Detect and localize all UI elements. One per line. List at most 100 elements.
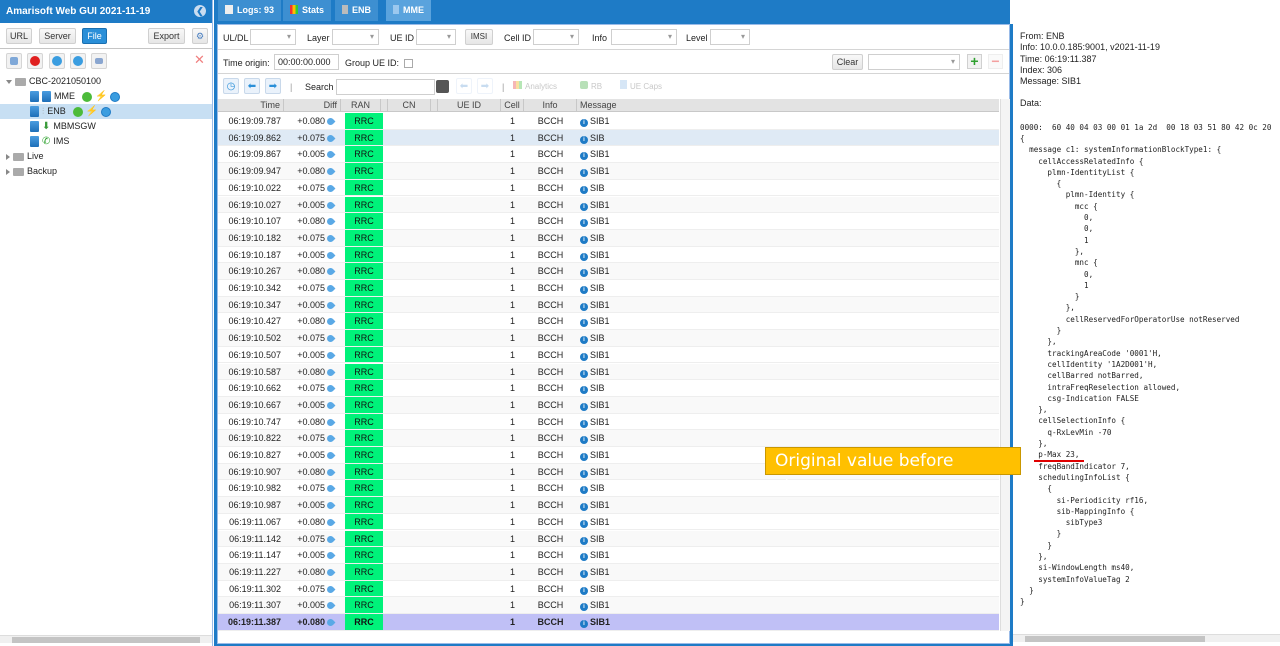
filter-preset-select[interactable] xyxy=(868,54,960,70)
pause-icon[interactable] xyxy=(70,53,86,69)
table-row[interactable]: 06:19:10.022 +0.075 RRC 1 BCCH i SIB xyxy=(218,179,999,197)
settings-wrench-icon[interactable] xyxy=(6,53,22,69)
export-button[interactable]: Export xyxy=(148,28,185,44)
table-row[interactable]: 06:19:10.182 +0.075 RRC 1 BCCH i SIB xyxy=(218,229,999,247)
table-row[interactable]: 06:19:10.347 +0.005 RRC 1 BCCH i SIB1 xyxy=(218,296,999,314)
cellid-select[interactable] xyxy=(533,29,579,45)
tree-node-backup[interactable]: Backup xyxy=(6,164,57,179)
info-icon: i xyxy=(580,135,588,144)
group-ueid-checkbox[interactable] xyxy=(404,59,413,68)
prev-arrow-icon[interactable]: ⬅ xyxy=(244,78,260,94)
tree-node-mme[interactable]: MME ⚡ xyxy=(30,89,121,104)
server-button[interactable]: Server xyxy=(39,28,76,44)
tree-node-mbmsgw[interactable]: ⬇ MBMSGW xyxy=(30,119,96,134)
cell-info: BCCH xyxy=(524,313,577,329)
col-cell[interactable]: Cell xyxy=(501,99,524,112)
col-info[interactable]: Info xyxy=(524,99,577,112)
tree-node-root[interactable]: CBC-2021050100 xyxy=(6,74,101,89)
expand-icon[interactable] xyxy=(6,168,10,175)
file-button[interactable]: File xyxy=(82,28,107,44)
table-row[interactable]: 06:19:10.982 +0.075 RRC 1 BCCH i SIB xyxy=(218,480,999,498)
scrollbar-thumb[interactable] xyxy=(1025,636,1205,642)
info-select[interactable] xyxy=(611,29,677,45)
layer-select[interactable] xyxy=(332,29,379,45)
col-ueid[interactable]: UE ID xyxy=(438,99,501,112)
expand-icon[interactable] xyxy=(6,153,10,160)
play-icon[interactable] xyxy=(101,106,112,117)
table-row[interactable]: 06:19:10.987 +0.005 RRC 1 BCCH i SIB1 xyxy=(218,497,999,514)
rb-button[interactable]: RB xyxy=(580,79,602,95)
col-time[interactable]: Time xyxy=(218,99,284,112)
left-horizontal-scrollbar[interactable] xyxy=(0,635,212,643)
delete-icon[interactable]: ✕ xyxy=(194,53,205,67)
url-button[interactable]: URL xyxy=(6,28,32,44)
uldl-select[interactable] xyxy=(250,29,296,45)
table-row[interactable]: 06:19:11.067 +0.080 RRC 1 BCCH i SIB1 xyxy=(218,513,999,531)
search-prev-icon[interactable]: ⬅ xyxy=(456,78,472,94)
search-next-icon[interactable]: ➡ xyxy=(477,78,493,94)
cell-cell-text: 1 xyxy=(509,199,515,210)
connect-icon[interactable]: ⚙ xyxy=(192,28,208,44)
plug-icon[interactable] xyxy=(91,53,107,69)
clock-icon[interactable]: ◷ xyxy=(223,78,239,94)
table-row[interactable]: 06:19:11.387 +0.080 RRC 1 BCCH i SIB1 xyxy=(218,614,999,631)
table-row[interactable]: 06:19:10.342 +0.075 RRC 1 BCCH i SIB xyxy=(218,280,999,297)
imsi-button[interactable]: IMSI xyxy=(465,29,493,45)
table-row[interactable]: 06:19:10.267 +0.080 RRC 1 BCCH i SIB1 xyxy=(218,263,999,280)
table-row[interactable]: 06:19:10.822 +0.075 RRC 1 BCCH i SIB xyxy=(218,430,999,447)
filter-row: UL/DL Layer UE ID IMSI Cell ID Info Leve… xyxy=(218,25,1009,50)
table-row[interactable]: 06:19:11.142 +0.075 RRC 1 BCCH i SIB xyxy=(218,530,999,548)
tab-mme[interactable]: MME xyxy=(386,0,432,21)
stop-icon[interactable] xyxy=(27,53,43,69)
binoculars-icon[interactable] xyxy=(436,80,449,93)
table-row[interactable]: 06:19:09.862 +0.075 RRC 1 BCCH i SIB xyxy=(218,129,999,147)
table-row[interactable]: 06:19:09.867 +0.005 RRC 1 BCCH i SIB1 xyxy=(218,146,999,164)
remove-filter-icon[interactable]: − xyxy=(988,54,1003,69)
tab-logs[interactable]: Logs: 93 xyxy=(218,0,283,21)
col-message[interactable]: Message xyxy=(577,99,999,112)
collapse-panel-icon[interactable]: ❮ xyxy=(194,5,206,17)
scrollbar-thumb[interactable] xyxy=(12,637,200,643)
tree-node-live[interactable]: Live xyxy=(6,149,44,164)
table-row[interactable]: 06:19:11.147 +0.005 RRC 1 BCCH i SIB1 xyxy=(218,547,999,564)
ueid-select[interactable] xyxy=(416,29,456,45)
table-row[interactable]: 06:19:09.787 +0.080 RRC 1 BCCH i SIB1 xyxy=(218,113,999,130)
ue-caps-button[interactable]: UE Caps xyxy=(620,79,662,95)
level-select[interactable] xyxy=(710,29,750,45)
col-ran[interactable]: RAN xyxy=(341,99,381,112)
table-row[interactable]: 06:19:10.107 +0.080 RRC 1 BCCH i SIB1 xyxy=(218,213,999,230)
time-origin-input[interactable]: 00:00:00.000 xyxy=(274,54,339,70)
table-row[interactable]: 06:19:10.427 +0.080 RRC 1 BCCH i SIB1 xyxy=(218,313,999,331)
table-row[interactable]: 06:19:10.502 +0.075 RRC 1 BCCH i SIB xyxy=(218,330,999,347)
table-row[interactable]: 06:19:11.227 +0.080 RRC 1 BCCH i SIB1 xyxy=(218,563,999,581)
tree-node-enb[interactable]: ⫶ ENB ⚡ xyxy=(30,104,112,119)
grid-vertical-scrollbar[interactable] xyxy=(1000,99,1010,631)
info-icon: i xyxy=(580,369,588,378)
clear-button[interactable]: Clear xyxy=(832,54,863,70)
table-row[interactable]: 06:19:10.667 +0.005 RRC 1 BCCH i SIB1 xyxy=(218,396,999,414)
expand-icon[interactable] xyxy=(6,79,12,84)
next-arrow-icon[interactable]: ➡ xyxy=(265,78,281,94)
col-cn[interactable]: CN xyxy=(388,99,431,112)
col-diff[interactable]: Diff xyxy=(284,99,341,112)
table-row[interactable]: 06:19:11.302 +0.075 RRC 1 BCCH i SIB xyxy=(218,580,999,598)
table-row[interactable]: 06:19:10.507 +0.005 RRC 1 BCCH i SIB1 xyxy=(218,346,999,364)
refresh-icon[interactable] xyxy=(49,53,65,69)
table-row[interactable]: 06:19:10.662 +0.075 RRC 1 BCCH i SIB xyxy=(218,380,999,397)
log-toolbar: ◷ ⬅ ➡ | Search ⬅ ➡ | Analytics RB UE Cap… xyxy=(218,74,1009,99)
add-filter-icon[interactable]: + xyxy=(967,54,982,69)
table-row[interactable]: 06:19:11.307 +0.005 RRC 1 BCCH i SIB1 xyxy=(218,597,999,614)
tab-enb[interactable]: ENB xyxy=(335,0,380,21)
tab-stats[interactable]: Stats xyxy=(283,0,333,21)
table-row[interactable]: 06:19:10.187 +0.005 RRC 1 BCCH i SIB1 xyxy=(218,246,999,264)
cell-message-text: SIB1 xyxy=(590,149,610,160)
table-row[interactable]: 06:19:10.587 +0.080 RRC 1 BCCH i SIB1 xyxy=(218,363,999,381)
play-icon[interactable] xyxy=(110,91,121,102)
table-row[interactable]: 06:19:09.947 +0.080 RRC 1 BCCH i SIB1 xyxy=(218,163,999,180)
search-input[interactable] xyxy=(336,79,435,95)
table-row[interactable]: 06:19:10.747 +0.080 RRC 1 BCCH i SIB1 xyxy=(218,413,999,431)
analytics-button[interactable]: Analytics xyxy=(513,79,557,95)
tree-node-ims[interactable]: ✆ IMS xyxy=(30,134,69,149)
detail-horizontal-scrollbar[interactable] xyxy=(1013,634,1280,642)
table-row[interactable]: 06:19:10.027 +0.005 RRC 1 BCCH i SIB1 xyxy=(218,196,999,214)
